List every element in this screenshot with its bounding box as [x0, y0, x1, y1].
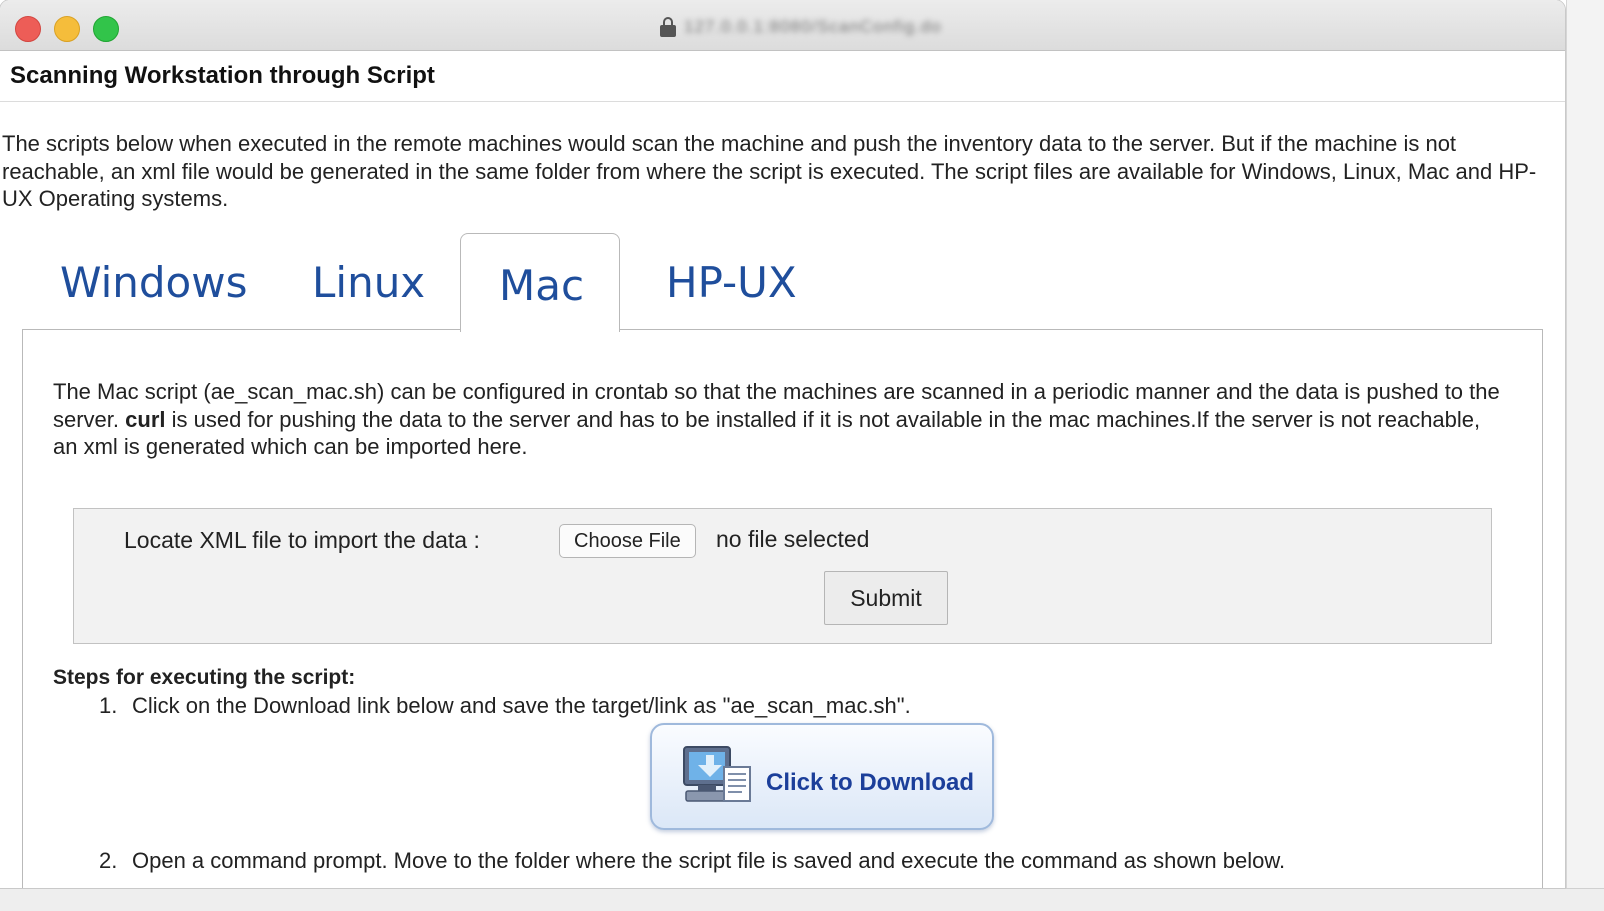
- tab-hpux[interactable]: HP-UX: [666, 258, 797, 307]
- download-label: Click to Download: [766, 769, 975, 796]
- curl-keyword: curl: [125, 406, 166, 432]
- step-item: 2. Open a command prompt. Move to the fol…: [99, 848, 1285, 874]
- step-number: 1.: [99, 693, 118, 718]
- intro-text: The scripts below when executed in the r…: [2, 131, 1537, 211]
- mac-description-part2: is used for pushing the data to the serv…: [53, 406, 1481, 460]
- step-number: 2.: [99, 848, 118, 873]
- tab-linux[interactable]: Linux: [312, 258, 425, 307]
- address-display: 127.0.0.1:8080/ScanConfig.do: [660, 16, 942, 38]
- xml-import-form: Locate XML file to import the data : Cho…: [73, 508, 1492, 644]
- submit-button[interactable]: Submit: [824, 571, 948, 625]
- computer-download-icon: [683, 746, 751, 802]
- page-title: Scanning Workstation through Script: [10, 62, 435, 89]
- tab-mac-container[interactable]: Mac: [460, 233, 620, 332]
- file-status-text: no file selected: [716, 526, 870, 552]
- lock-icon: [660, 17, 676, 37]
- browser-window: 127.0.0.1:8080/ScanConfig.do Scanning Wo…: [0, 0, 1565, 888]
- page-header: Scanning Workstation through Script: [0, 51, 1565, 102]
- choose-file-button[interactable]: Choose File: [559, 524, 696, 558]
- step-item: 1. Click on the Download link below and s…: [99, 693, 911, 719]
- import-label: Locate XML file to import the data :: [124, 527, 480, 553]
- steps-title: Steps for executing the script:: [53, 666, 356, 689]
- mac-tab-panel: The Mac script (ae_scan_mac.sh) can be c…: [22, 329, 1543, 888]
- maximize-window-button[interactable]: [93, 16, 119, 42]
- tab-mac[interactable]: Mac: [499, 261, 584, 310]
- background-window-bottom: [0, 888, 1604, 911]
- os-tabs: Windows Linux Mac HP-UX: [0, 230, 1565, 332]
- close-window-button[interactable]: [15, 16, 41, 42]
- url-text: 127.0.0.1:8080/ScanConfig.do: [684, 17, 942, 36]
- background-window-edge: [1566, 0, 1604, 910]
- tab-windows[interactable]: Windows: [60, 258, 247, 307]
- minimize-window-button[interactable]: [54, 16, 80, 42]
- download-button[interactable]: Click to Download: [650, 723, 994, 830]
- mac-description: The Mac script (ae_scan_mac.sh) can be c…: [53, 378, 1503, 461]
- title-bar: 127.0.0.1:8080/ScanConfig.do: [0, 0, 1565, 51]
- step-text: Open a command prompt. Move to the folde…: [132, 848, 1286, 873]
- step-text: Click on the Download link below and sav…: [132, 693, 911, 718]
